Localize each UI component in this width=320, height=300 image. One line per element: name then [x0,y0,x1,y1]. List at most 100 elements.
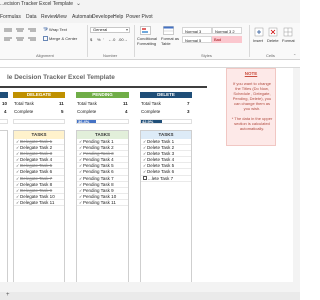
delete-button[interactable]: Delete [267,38,279,43]
column-header-delegate: DELEGATE [13,92,65,98]
progress-label-pending: 36.4% [78,119,90,124]
task-item[interactable]: ...lete Task 7 [141,176,191,182]
ribbon-tabs: Formulas Data Review View Automate Devel… [0,12,300,23]
tab-view[interactable]: View [56,14,67,20]
tab-review[interactable]: Review [41,14,57,20]
progress-bar-do [0,119,8,124]
note-title: NOTE [244,71,258,76]
task-label: Delegate Task 7 [20,175,53,181]
conditional-formatting-icon [140,26,151,35]
percent-button[interactable]: % [97,37,101,42]
decrease-decimal-button[interactable]: .00→ [118,37,128,42]
column-header-label: DELETE [157,92,175,97]
format-as-table-icon [163,26,174,35]
add-sheet-icon[interactable]: + [6,292,10,298]
tasks-header-delete: TASKS [141,131,191,139]
title-bar: ...ecision Tracker Excel Template ⌄ [0,0,300,12]
column-header-do: DO [0,92,8,98]
task-item[interactable]: ✓Delegate Task 11 [14,199,64,207]
title-dropdown-icon[interactable]: ⌄ [76,0,81,7]
group-label-number: Number [103,53,118,58]
group-separator [134,25,135,57]
conditional-formatting-button[interactable]: Conditional Formatting [137,36,157,46]
cell-style-normal-5[interactable]: Normal 5 [182,36,212,43]
task-label: Delete Task 6 [147,169,175,175]
tasks-header-delegate: TASKS [14,131,64,139]
sheet-title: le Decision Tracker Excel Template [7,74,115,81]
task-item[interactable]: ✓Pending Task 11 [77,199,128,207]
task-label: Pending Task 11 [83,199,116,205]
task-list-delete: ✓Delete Task 1 ✓Delete Task 2 ✓Delete Task… [141,139,191,182]
group-separator [87,25,88,57]
task-list-pending: ✓Pending Task 1 ✓Pending Task 2 ✓Pending T… [77,139,128,207]
complete-value-delete: 3 [187,109,190,114]
task-label: Pending Task 7 [83,175,114,181]
total-value-delete: 7 [187,101,190,106]
tab-formulas[interactable]: Formulas [0,14,21,20]
task-label: Delegate Task 1 [20,139,53,144]
task-label: Pending Task 2 [83,145,114,151]
format-button[interactable]: Format [282,38,295,43]
task-label: Delegate Task 11 [20,199,55,205]
task-label: Delegate Task 2 [20,145,53,151]
vertical-scrollbar[interactable] [293,68,300,292]
task-label: Pending Task 3 [83,151,114,157]
tab-help[interactable]: Help [113,14,123,20]
group-separator [249,25,250,57]
progress-label-delete: 42.9% [142,119,154,124]
number-format-value: General [93,27,108,32]
task-label: ...lete Task 7 [148,175,174,181]
wrap-text-button[interactable]: Wrap Text [49,27,67,32]
task-label: Delegate Task 3 [20,151,53,157]
complete-value-delegate: 5 [61,109,64,114]
tab-data[interactable]: Data [26,14,37,20]
complete-label-pending: Complete [77,109,97,114]
task-label: Delete Task 1 [147,139,175,144]
task-label: Delegate Task 9 [20,187,53,193]
formula-bar[interactable] [0,60,300,68]
collapse-ribbon-icon[interactable]: ⌃ [293,53,296,58]
checkbox-icon[interactable] [143,176,147,181]
total-label-pending: Total Task [77,101,97,106]
column-header-label: PENDING [92,92,113,97]
note-panel: NOTE If you want to change the Titles (D… [226,68,276,146]
currency-button[interactable]: $ [90,37,92,42]
tab-developer[interactable]: Developer [92,14,115,20]
title-divider [0,86,207,88]
merge-center-icon [43,36,48,41]
format-cells-icon [283,27,293,37]
insert-cells-icon [254,27,264,37]
cell-style-bad[interactable]: Bad [212,36,242,43]
format-as-table-button[interactable]: Format as Table [161,36,179,46]
increase-decimal-button[interactable]: ←.0 [108,37,115,42]
worksheet[interactable]: le Decision Tracker Excel Template DO 10… [0,68,300,292]
cell-style-normal-3-2[interactable]: Normal 3 2 [212,27,242,34]
tab-power-pivot[interactable]: Power Pivot [126,14,153,20]
column-header-delete: DELETE [140,92,192,98]
task-label: Delete Task 4 [147,157,175,163]
task-label: Pending Task 5 [83,163,114,169]
task-label: Delete Task 2 [147,145,175,151]
progress-bar-delete: 42.9% [140,119,192,124]
task-label: Pending Task 10 [83,193,117,199]
cell-style-normal-3[interactable]: Normal 3 [182,27,212,34]
alignment-icons[interactable] [2,27,42,45]
complete-value-do: 4 [4,109,7,114]
horizontal-scrollbar[interactable] [0,282,300,292]
total-label-delete: Total Task [141,101,161,106]
number-format-dropdown[interactable]: General ▾ [90,27,130,33]
wrap-text-icon [43,27,48,31]
task-label: Pending Task 6 [83,169,114,175]
chevron-down-icon: ▾ [125,27,128,32]
task-label: Delegate Task 4 [20,157,53,163]
total-value-delegate: 11 [59,101,64,106]
tab-automate[interactable]: Automate [72,14,93,20]
merge-center-button[interactable]: Merge & Center [49,36,77,41]
task-list-delegate: ✓Delegate Task 1 ✓Delegate Task 2 ✓Delegat… [14,139,64,207]
task-label: Delegate Task 8 [20,181,53,187]
total-label-delegate: Total Task [14,101,34,106]
task-label: Delete Task 3 [147,151,175,157]
insert-button[interactable]: Insert [253,38,263,43]
comma-button[interactable]: ’ [103,37,104,42]
note-body: If you want to change the Titles (Do Now… [231,81,273,136]
